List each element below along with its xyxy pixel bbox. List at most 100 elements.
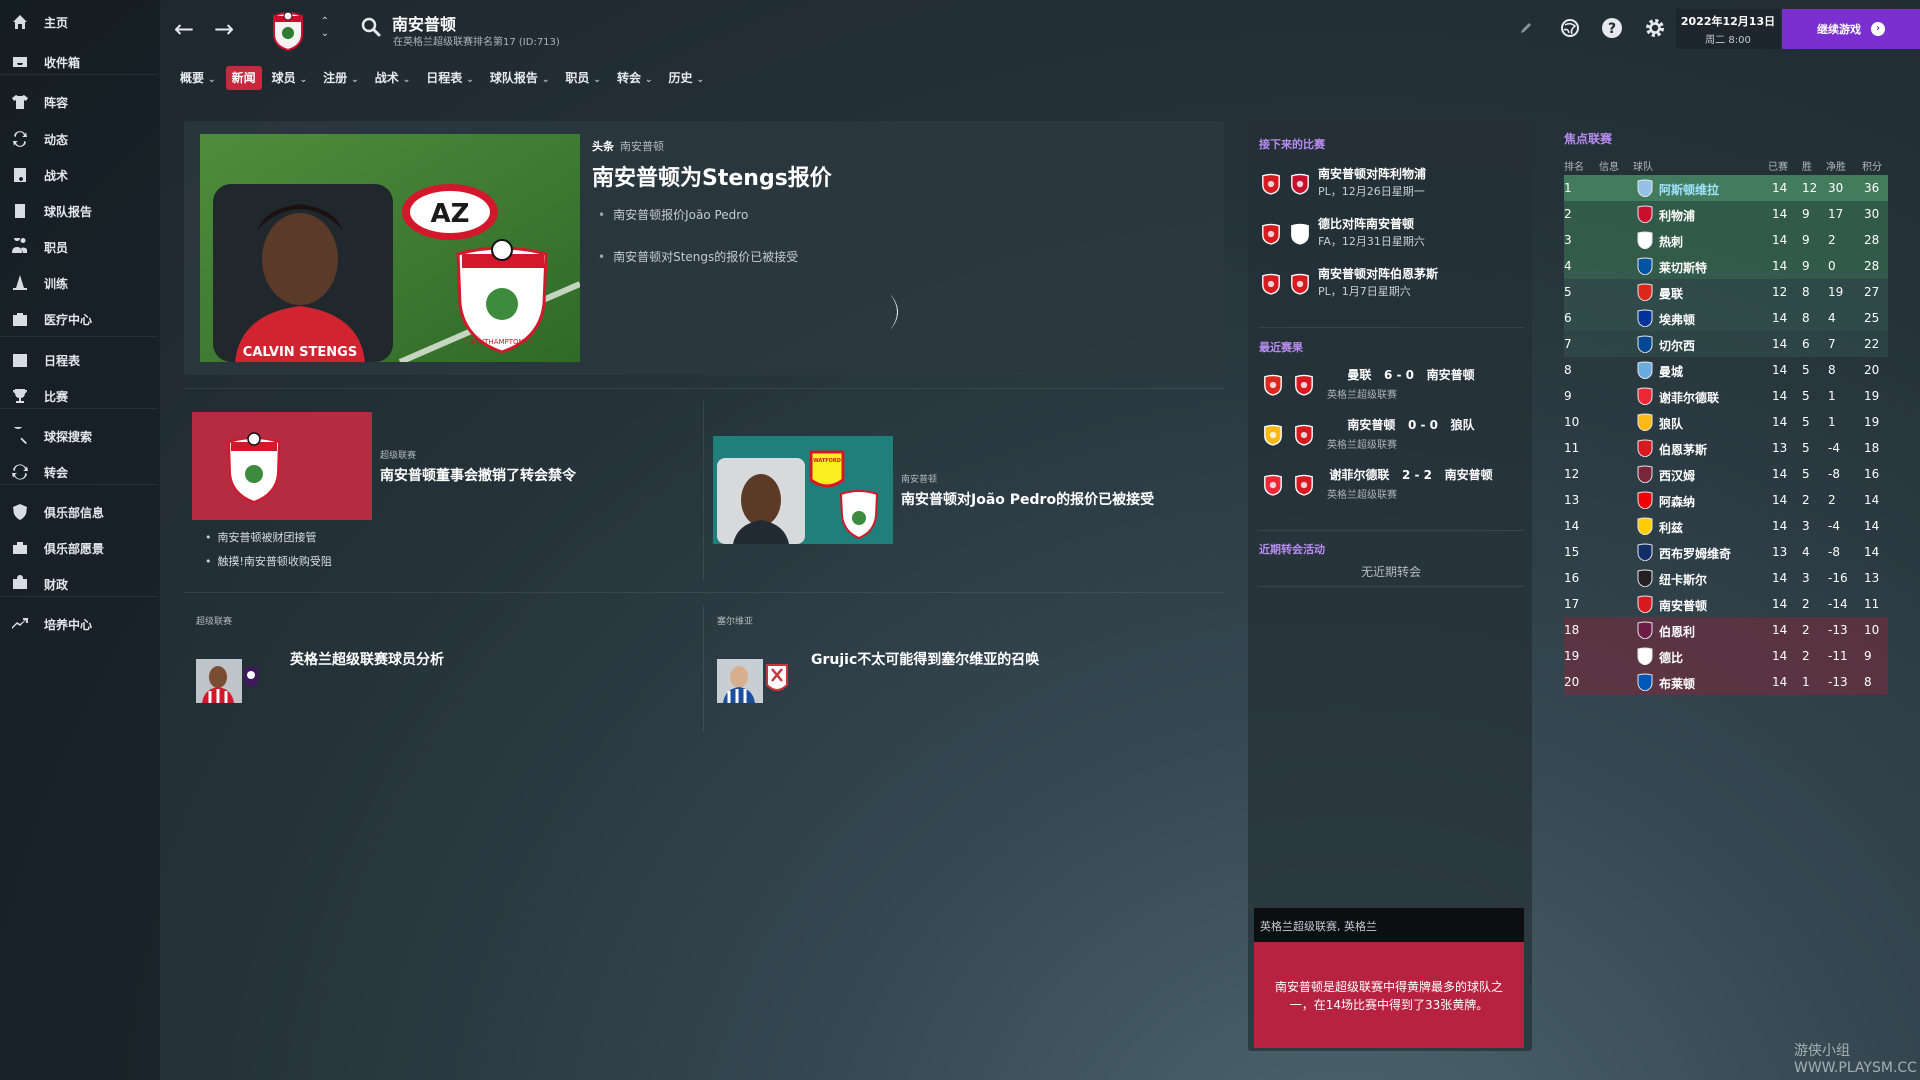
nav-tab[interactable]: 概要 ⌄ <box>174 66 222 90</box>
table-row[interactable]: 10 狼队 14 5 1 19 <box>1564 409 1888 435</box>
club-crest-icon[interactable] <box>1294 374 1314 396</box>
row-team[interactable]: 埃弗顿 <box>1659 311 1695 328</box>
nav-tab[interactable]: 日程表 ⌄ <box>420 66 480 90</box>
row-team[interactable]: 布莱顿 <box>1659 675 1695 692</box>
table-row[interactable]: 17 南安普顿 14 2 -14 11 <box>1564 591 1888 617</box>
opponent-crest-icon[interactable] <box>1263 424 1283 446</box>
back-arrow-icon[interactable]: ← <box>170 14 198 44</box>
table-row[interactable]: 15 西布罗姆维奇 13 4 -8 14 <box>1564 539 1888 565</box>
row-team[interactable]: 西布罗姆维奇 <box>1659 545 1731 562</box>
globe-network-icon[interactable] <box>1558 16 1582 40</box>
settings-gear-icon[interactable] <box>1643 16 1667 40</box>
club-crest-icon[interactable] <box>1261 223 1281 245</box>
story-thumbnail[interactable] <box>196 657 264 705</box>
headline-title[interactable]: 南安普顿为Stengs报价 <box>592 160 832 192</box>
headline-image[interactable]: CALVIN STENGS AZ SOUTHAMPTON FC <box>200 134 580 362</box>
table-row[interactable]: 12 西汉姆 14 5 -8 16 <box>1564 461 1888 487</box>
row-team[interactable]: 曼城 <box>1659 363 1683 380</box>
row-team[interactable]: 纽卡斯尔 <box>1659 571 1707 588</box>
row-team[interactable]: 阿森纳 <box>1659 493 1695 510</box>
table-row[interactable]: 6 埃弗顿 14 8 4 25 <box>1564 305 1888 331</box>
table-row[interactable]: 4 莱切斯特 14 9 0 28 <box>1564 253 1888 279</box>
help-icon[interactable]: ? <box>1600 16 1624 40</box>
sidebar-item[interactable]: 比赛 <box>0 381 160 411</box>
story-image[interactable] <box>192 412 372 520</box>
table-row[interactable]: 20 布莱顿 14 1 -13 8 <box>1564 669 1888 695</box>
table-row[interactable]: 13 阿森纳 14 2 2 14 <box>1564 487 1888 513</box>
transfers-title[interactable]: 近期转会活动 <box>1259 541 1325 557</box>
fixture-title[interactable]: 南安普顿对阵利物浦 <box>1318 165 1426 182</box>
col-header-pts[interactable]: 积分 <box>1862 158 1882 173</box>
headline-bullet[interactable]: 南安普顿报价João Pedro <box>598 206 748 223</box>
sidebar-item[interactable]: 培养中心 <box>0 609 160 639</box>
col-header-team[interactable]: 球队 <box>1633 158 1653 173</box>
upcoming-title[interactable]: 接下来的比赛 <box>1259 136 1325 152</box>
table-row[interactable]: 8 曼城 14 5 8 20 <box>1564 357 1888 383</box>
club-crest-icon[interactable] <box>1294 424 1314 446</box>
row-team[interactable]: 利物浦 <box>1659 207 1695 224</box>
row-team[interactable]: 莱切斯特 <box>1659 259 1707 276</box>
row-team[interactable]: 热刺 <box>1659 233 1683 250</box>
sidebar-item[interactable]: 转会 <box>0 457 160 487</box>
row-team[interactable]: 南安普顿 <box>1659 597 1707 614</box>
sidebar-item[interactable]: 财政 <box>0 569 160 599</box>
continue-button[interactable]: 继续游戏 › <box>1782 9 1920 49</box>
nav-tab[interactable]: 战术 ⌄ <box>369 66 417 90</box>
sidebar-item[interactable]: 日程表 <box>0 345 160 375</box>
row-team[interactable]: 伯恩茅斯 <box>1659 441 1707 458</box>
sidebar-item[interactable]: 战术 <box>0 160 160 190</box>
sidebar-item[interactable]: 收件箱 <box>0 47 160 77</box>
row-team[interactable]: 利兹 <box>1659 519 1683 536</box>
club-crest-icon[interactable] <box>1261 273 1281 295</box>
story-title[interactable]: 英格兰超级联赛球员分析 <box>290 649 444 669</box>
forward-arrow-icon[interactable]: → <box>210 14 238 44</box>
opponent-crest-icon[interactable] <box>1290 173 1310 195</box>
story-title[interactable]: 南安普顿对João Pedro的报价已被接受 <box>901 489 1154 509</box>
nav-tab[interactable]: 新闻 <box>225 66 262 90</box>
sidebar-item[interactable]: 训练 <box>0 268 160 298</box>
sidebar-item[interactable]: 球探搜索 <box>0 421 160 451</box>
table-row[interactable]: 5 曼联 12 8 19 27 <box>1564 279 1888 305</box>
sidebar-item[interactable]: 职员 <box>0 232 160 262</box>
club-switch-icon[interactable]: ⌃ ⌄ <box>318 16 332 44</box>
table-row[interactable]: 18 伯恩利 14 2 -13 10 <box>1564 617 1888 643</box>
table-row[interactable]: 7 切尔西 14 6 7 22 <box>1564 331 1888 357</box>
sidebar-item[interactable]: 医疗中心 <box>0 304 160 334</box>
sidebar-item[interactable]: 俱乐部愿景 <box>0 533 160 563</box>
row-team[interactable]: 德比 <box>1659 649 1683 666</box>
opponent-crest-icon[interactable] <box>1290 223 1310 245</box>
row-team[interactable]: 阿斯顿维拉 <box>1659 181 1719 198</box>
row-team[interactable]: 伯恩利 <box>1659 623 1695 640</box>
club-crest-icon[interactable] <box>266 8 310 52</box>
sidebar-item[interactable]: 俱乐部信息 <box>0 497 160 527</box>
row-team[interactable]: 谢菲尔德联 <box>1659 389 1719 406</box>
col-header-played[interactable]: 已赛 <box>1768 158 1788 173</box>
result-line[interactable]: 谢菲尔德联 2 - 2 南安普顿 <box>1318 466 1504 483</box>
story-title[interactable]: Grujic不太可能得到塞尔维亚的召唤 <box>811 649 1039 669</box>
sidebar-item[interactable]: 阵容 <box>0 87 160 117</box>
col-header-gd[interactable]: 净胜 <box>1826 158 1846 173</box>
opponent-crest-icon[interactable] <box>1263 474 1283 496</box>
col-header-pos[interactable]: 排名 <box>1564 158 1584 173</box>
story-image[interactable]: WATFORD <box>713 436 893 544</box>
row-team[interactable]: 西汉姆 <box>1659 467 1695 484</box>
story-bullet[interactable]: 触摸!南安普顿收购受阻 <box>205 553 332 569</box>
sidebar-item[interactable]: 主页 <box>0 7 160 37</box>
nav-tab[interactable]: 历史 ⌄ <box>663 66 711 90</box>
table-row[interactable]: 11 伯恩茅斯 13 5 -4 18 <box>1564 435 1888 461</box>
table-row[interactable]: 3 热刺 14 9 2 28 <box>1564 227 1888 253</box>
nav-tab[interactable]: 转会 ⌄ <box>611 66 659 90</box>
story-bullet[interactable]: 南安普顿被财团接管 <box>205 529 317 545</box>
story-thumbnail[interactable] <box>717 657 789 705</box>
row-team[interactable]: 切尔西 <box>1659 337 1695 354</box>
edit-pencil-icon[interactable] <box>1514 16 1538 40</box>
nav-tab[interactable]: 球员 ⌄ <box>266 66 314 90</box>
result-line[interactable]: 曼联 6 - 0 南安普顿 <box>1318 366 1504 383</box>
nav-tab[interactable]: 职员 ⌄ <box>559 66 607 90</box>
sidebar-item[interactable]: 球队报告 <box>0 196 160 226</box>
row-team[interactable]: 曼联 <box>1659 285 1683 302</box>
table-row[interactable]: 2 利物浦 14 9 17 30 <box>1564 201 1888 227</box>
headline-bullet[interactable]: 南安普顿对Stengs的报价已被接受 <box>598 248 798 265</box>
search-icon[interactable] <box>360 16 382 38</box>
sidebar-item[interactable]: 动态 <box>0 124 160 154</box>
